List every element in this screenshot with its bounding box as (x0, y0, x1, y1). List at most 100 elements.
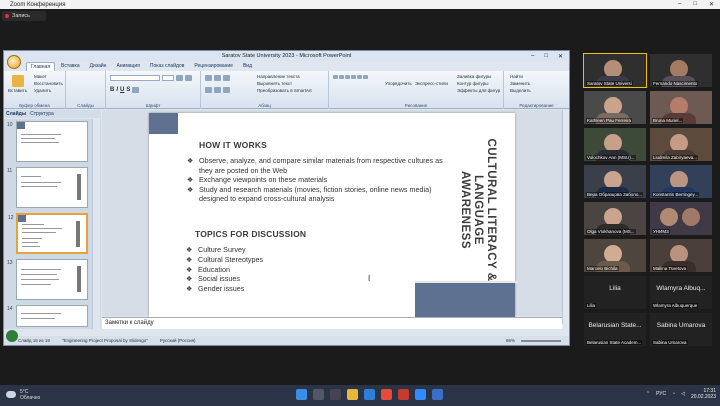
font-label: Шрифт (145, 103, 161, 108)
participant-name: Marcelo Bichila (586, 266, 619, 271)
align-left-icon[interactable] (205, 87, 212, 93)
notes-pane[interactable]: Заметки к слайду (102, 317, 562, 329)
bullets-icon[interactable] (205, 75, 212, 81)
participant-tile[interactable]: Olga Vlokhanova (MS... (584, 202, 646, 235)
quick-styles-button[interactable]: Экспресс-стили (415, 81, 448, 86)
bold-icon[interactable]: B (110, 87, 114, 93)
edge-icon[interactable] (364, 389, 375, 400)
participant-tile[interactable]: Saratov State Universi (583, 53, 647, 88)
paste-icon[interactable] (11, 75, 24, 87)
font-family-select[interactable] (110, 75, 160, 81)
shape-effects-button[interactable]: Эффекты для фигур (457, 88, 500, 93)
list-item-text: Culture Survey (198, 245, 246, 254)
delete-button[interactable]: Удалить (34, 88, 51, 93)
slide-thumbnail-selected[interactable]: 12 (8, 213, 88, 254)
tab-home[interactable]: Главная (26, 62, 56, 71)
tab-review[interactable]: Рецензирование (190, 62, 237, 71)
participant-name: УНИМЗ (652, 229, 670, 234)
search-icon[interactable] (313, 389, 324, 400)
participant-tile[interactable]: Liudmila Zabiryaeva... (650, 128, 712, 161)
participant-tile-no-video[interactable]: Belarusian State... Belarusian State Acad… (584, 313, 646, 346)
numbering-icon[interactable] (214, 75, 221, 81)
office-button[interactable] (7, 55, 21, 69)
layout-button[interactable]: Макет (34, 74, 47, 79)
shrink-font-icon[interactable] (185, 75, 192, 81)
keyboard-language[interactable]: РУС (656, 391, 666, 397)
maximize-icon[interactable]: □ (693, 1, 697, 8)
current-slide[interactable]: HOW IT WORKS ❖ Observe, analyze, and comp… (149, 113, 518, 317)
wifi-icon[interactable]: ◔ (672, 391, 675, 397)
zoom-icon[interactable] (415, 389, 426, 400)
tray-chevron-icon[interactable]: ⌃ (646, 391, 650, 397)
powerpoint-icon[interactable] (398, 389, 409, 400)
participant-tile[interactable]: Вера Образцова Заболо... (584, 165, 646, 198)
close-icon[interactable]: ✕ (709, 1, 714, 8)
text-direction-button[interactable]: Направление текста (257, 74, 300, 79)
indent-icon[interactable] (223, 75, 230, 81)
slide-thumbnail[interactable]: 10 (7, 121, 88, 162)
ppt-minimize-icon[interactable]: – (531, 53, 534, 60)
arrange-button[interactable]: Упорядочить (385, 81, 412, 86)
shape-rect-icon[interactable] (339, 75, 344, 79)
recording-indicator[interactable]: Запись (2, 11, 46, 21)
slide-thumbnail[interactable]: 11 (7, 167, 88, 208)
tab-view[interactable]: Вид (239, 62, 256, 71)
shape-brace-icon[interactable] (363, 75, 368, 79)
font-color-icon[interactable] (132, 87, 140, 93)
font-size-select[interactable] (162, 75, 174, 81)
clock[interactable]: 17:31 20.02.2023 (691, 388, 716, 400)
italic-icon[interactable]: I (116, 87, 118, 93)
align-text-button[interactable]: Выровнять текст (257, 81, 292, 86)
file-explorer-icon[interactable] (347, 389, 358, 400)
participant-tile[interactable]: Volochkov Ann (MSU)... (584, 128, 646, 161)
replace-button[interactable]: Заменить (510, 81, 530, 86)
participant-tile[interactable]: Marcelo Bichila (584, 239, 646, 272)
word-icon[interactable] (432, 389, 443, 400)
task-view-icon[interactable] (330, 389, 341, 400)
shape-line-icon[interactable] (333, 75, 338, 79)
paste-button[interactable]: Вставить (8, 88, 27, 93)
presenter-avatar-icon[interactable] (6, 330, 18, 342)
participant-tile[interactable]: УНИМЗ (650, 202, 712, 235)
shape-arrow-icon[interactable] (351, 75, 356, 79)
align-center-icon[interactable] (214, 87, 221, 93)
select-button[interactable]: Выделить (510, 88, 531, 93)
slide-thumbnail[interactable]: 13 (7, 259, 88, 300)
participant-tile[interactable]: Kathleen Pau Ferreira (584, 91, 646, 124)
smartart-button[interactable]: Преобразовать в SmartArt (257, 88, 312, 93)
tab-slideshow[interactable]: Показ слайдов (146, 62, 188, 71)
start-icon[interactable] (296, 389, 307, 400)
shape-outline-button[interactable]: Контур фигуры (457, 81, 488, 86)
tab-insert[interactable]: Вставка (57, 62, 84, 71)
underline-icon[interactable]: U (120, 87, 124, 93)
zoom-slider[interactable] (521, 339, 561, 342)
ppt-close-icon[interactable]: ✕ (558, 53, 563, 60)
shape-triangle-icon[interactable] (357, 75, 362, 79)
minimize-icon[interactable]: – (678, 1, 681, 8)
participant-tile-no-video[interactable]: Sabina Umarova Sabina Umarova (650, 313, 712, 346)
align-right-icon[interactable] (223, 87, 230, 93)
volume-icon[interactable]: ◁ (681, 391, 685, 397)
participant-tile[interactable]: Bruna Muriel... (650, 91, 712, 124)
find-button[interactable]: Найти (510, 74, 523, 79)
thumbnail-scrollbar[interactable] (92, 119, 100, 329)
slide-thumbnail[interactable]: 14 (7, 305, 88, 327)
participant-tile[interactable]: Mallina Tsvetova (650, 239, 712, 272)
grow-font-icon[interactable] (176, 75, 183, 81)
tab-design[interactable]: Дизайн (86, 62, 111, 71)
tab-animation[interactable]: Анимация (112, 62, 143, 71)
tab-outline[interactable]: Структура (30, 111, 54, 117)
weather-widget[interactable]: 5°C Облачно (6, 389, 40, 401)
participant-tile-no-video[interactable]: Wlamyra Albuq... Wlamyra Albuquerque (650, 276, 712, 309)
shape-oval-icon[interactable] (345, 75, 350, 79)
slide-scrollbar[interactable] (562, 110, 569, 324)
ppt-maximize-icon[interactable]: □ (544, 53, 548, 60)
participant-tile[interactable]: Konstantin Berringey... (650, 165, 712, 198)
yandex-browser-icon[interactable] (381, 389, 392, 400)
shape-fill-button[interactable]: Заливка фигуры (457, 74, 491, 79)
strike-icon[interactable]: S (126, 87, 130, 93)
participant-tile-no-video[interactable]: Lilia Lilia (584, 276, 646, 309)
participant-tile[interactable]: Fernando Nascimento (650, 54, 712, 87)
tab-slides[interactable]: Слайды (6, 111, 26, 117)
reset-button[interactable]: Восстановить (34, 81, 63, 86)
